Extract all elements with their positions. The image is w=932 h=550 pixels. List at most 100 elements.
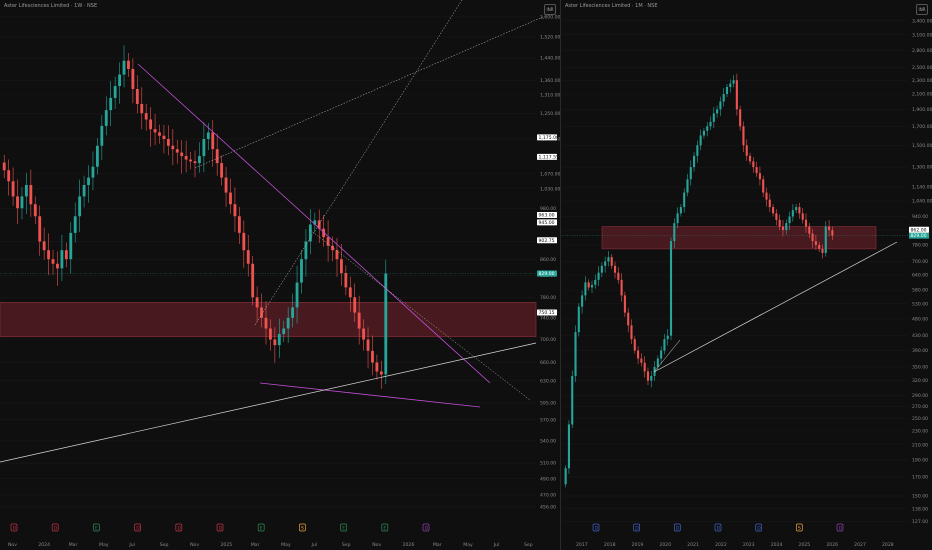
candle-body <box>158 132 161 136</box>
candle-body <box>131 68 135 89</box>
y-tick-label: 3,100.00 <box>912 32 932 38</box>
x-tick-label: 2017 <box>576 542 588 548</box>
candle-body <box>755 167 758 174</box>
candle-body <box>696 145 699 156</box>
candle-body <box>610 257 613 266</box>
x-tick-label: 2021 <box>687 542 699 548</box>
candle-body <box>11 181 15 197</box>
candle-body <box>366 339 370 351</box>
y-tick-label: 1,250.00 <box>540 111 560 117</box>
candle-body <box>663 339 666 351</box>
candle-body <box>140 103 144 114</box>
event-marker-label: E <box>342 526 345 532</box>
candle-body <box>821 248 824 253</box>
candle-body <box>613 265 617 273</box>
candle-body <box>571 375 574 425</box>
y-tick-label: 940.00 <box>912 214 928 220</box>
x-tick-label: May <box>99 542 109 548</box>
weekly-chart-pane[interactable]: Aster Lifesciences Limited · 1W · NSE IN… <box>0 0 561 550</box>
candle-body <box>344 273 348 288</box>
event-marker-label: E <box>95 526 98 532</box>
candle-body <box>660 350 663 359</box>
x-tick-label: Mar <box>251 542 260 548</box>
candle-body <box>206 132 210 140</box>
candle-body <box>788 216 791 224</box>
x-tick-label: Nov <box>8 542 17 548</box>
y-tick-label: 1,600.00 <box>540 14 560 20</box>
y-tick-label: 320.00 <box>912 378 928 384</box>
y-tick-label: 210.00 <box>912 442 928 448</box>
candle-body <box>804 219 808 227</box>
candle-body <box>785 223 788 231</box>
candle-body <box>828 226 831 231</box>
candle-body <box>180 152 184 157</box>
x-tick-label: 2018 <box>604 542 616 548</box>
candle-body <box>78 196 82 217</box>
x-tick-label: 2023 <box>743 542 755 548</box>
candle-body <box>617 272 620 280</box>
candle-body <box>702 130 705 136</box>
y-tick-label: 127.00 <box>912 519 928 525</box>
candle-body <box>237 216 241 233</box>
candle-body <box>693 155 696 168</box>
candle-body <box>656 358 659 367</box>
candle-body <box>637 350 640 359</box>
candle-body <box>73 216 77 233</box>
x-tick-label: Nov <box>372 542 381 548</box>
candle-body <box>719 101 722 110</box>
y-tick-label: 490.00 <box>540 476 556 482</box>
candle-body <box>282 328 286 334</box>
candle-body <box>600 265 603 273</box>
x-tick-label: 2028 <box>882 542 894 548</box>
candle-body <box>643 362 646 372</box>
y-tick-label: 530.00 <box>912 301 928 307</box>
candle-body <box>735 80 738 110</box>
y-tick-label: 190.00 <box>912 458 928 464</box>
candle-body <box>255 297 259 308</box>
candle-body <box>251 263 255 298</box>
y-tick-label: 2,500.00 <box>912 65 932 71</box>
candle-body <box>590 284 594 288</box>
candle-body <box>149 119 153 130</box>
candle-body <box>100 125 104 146</box>
price-label: 945.00 <box>539 220 555 226</box>
monthly-chart-pane[interactable]: Aster Lifesciences Limited · 1M · NSE IN… <box>562 0 932 550</box>
chart-workspace: Aster Lifesciences Limited · 1W · NSE IN… <box>0 0 932 550</box>
price-label: 1,175.00 <box>539 135 560 141</box>
candle-body <box>242 232 246 251</box>
candle-body <box>300 259 303 283</box>
candle-body <box>725 87 729 95</box>
candle-body <box>640 358 643 363</box>
candle-body <box>162 135 166 140</box>
event-marker-label: D <box>177 526 181 532</box>
candle-body <box>220 163 224 178</box>
candle-body <box>811 233 814 242</box>
supply-demand-zone <box>601 226 877 250</box>
y-tick-label: 1,500.00 <box>912 143 932 149</box>
x-tick-label: Mar <box>69 542 78 548</box>
y-tick-label: 780.00 <box>912 243 928 249</box>
y-tick-label: 860.00 <box>540 257 556 263</box>
weekly-candlestick-chart[interactable]: 1,600.00 1,520.00 1,440.00 1,360.00 1,310.00… <box>0 0 560 550</box>
candle-body <box>42 241 46 251</box>
candle-body <box>198 156 201 164</box>
candle-body <box>379 371 383 375</box>
y-tick-label: 980.00 <box>540 206 556 212</box>
y-tick-label: 580.00 <box>912 288 928 294</box>
x-tick-label: 2022 <box>715 542 727 548</box>
candle-body <box>2 162 6 171</box>
candle-body <box>577 306 580 333</box>
x-tick-label: Jul <box>128 542 135 548</box>
y-tick-label: 456.00 <box>540 504 556 510</box>
event-marker-label: D <box>54 526 58 532</box>
monthly-candlestick-chart[interactable]: 3,400.00 3,100.00 2,800.00 2,500.00 2,300.00… <box>562 0 932 550</box>
candle-body <box>709 121 712 127</box>
event-marker-label: D <box>676 526 680 532</box>
candle-body <box>824 226 827 253</box>
y-tick-label: 700.00 <box>540 337 556 343</box>
x-tick-label: 2024 <box>771 542 783 548</box>
candle-body <box>567 424 570 469</box>
candle-body <box>348 287 352 298</box>
y-tick-label: 3,400.00 <box>912 18 932 24</box>
event-marker-label: S <box>301 526 304 532</box>
